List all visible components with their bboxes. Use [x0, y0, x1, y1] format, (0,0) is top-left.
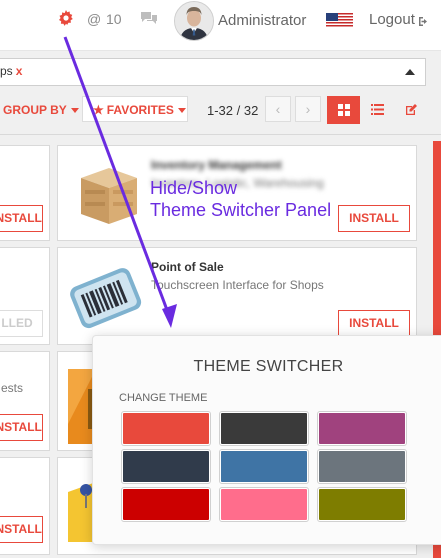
- annotation-arrow: [63, 36, 177, 328]
- annotation-line-1: Hide/Show: [150, 178, 238, 198]
- annotation-text: Hide/Show Theme Switcher Panel: [150, 177, 331, 221]
- annotation-line-2: Theme Switcher Panel: [150, 200, 332, 220]
